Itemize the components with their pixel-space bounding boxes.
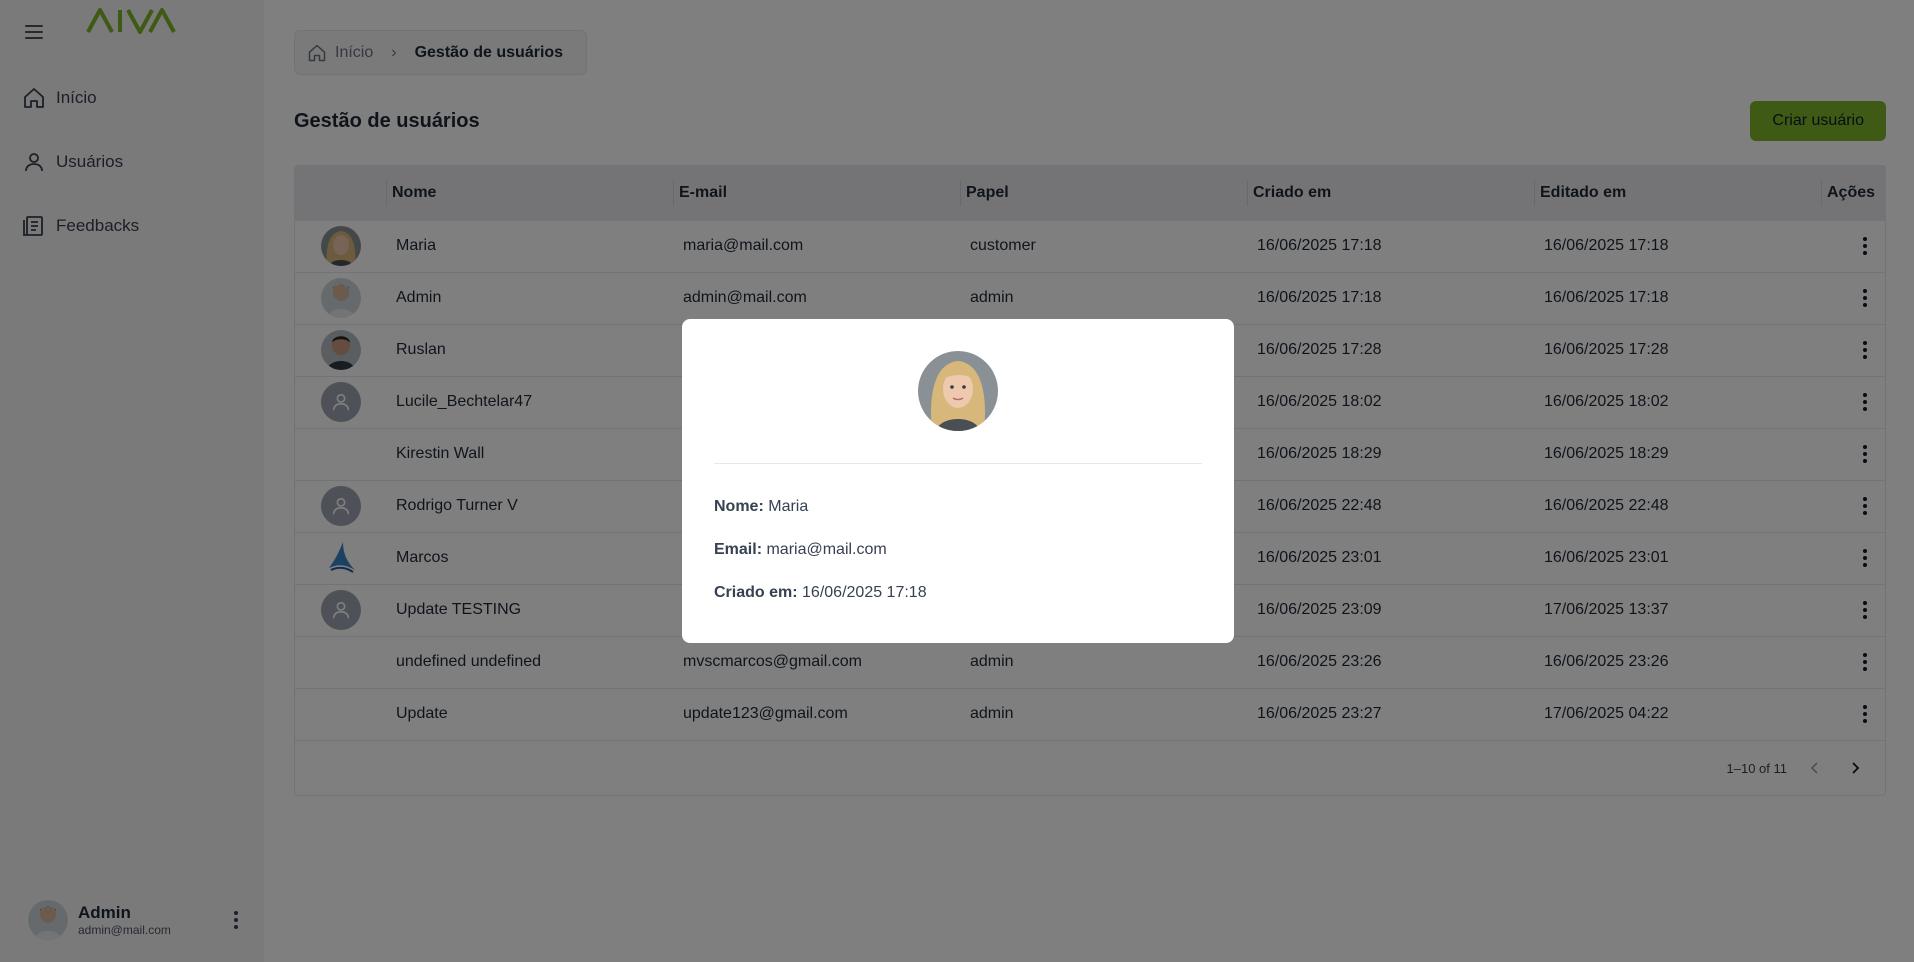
avatar <box>918 351 998 431</box>
app-root: Início Usuários Feedbacks Admin admin@ma… <box>0 0 1914 962</box>
modal-created-label: Criado em: <box>714 584 798 601</box>
modal-name-label: Nome: <box>714 498 764 515</box>
modal-email-label: Email: <box>714 541 763 558</box>
modal-email-row: Email: maria@mail.com <box>714 541 1202 559</box>
modal-email-value: maria@mail.com <box>766 541 887 558</box>
user-details-modal: Nome: Maria Email: maria@mail.com Criado… <box>682 319 1234 643</box>
modal-created-row: Criado em: 16/06/2025 17:18 <box>714 584 1202 602</box>
modal-divider <box>714 463 1202 464</box>
modal-name-value: Maria <box>768 498 809 515</box>
modal-created-value: 16/06/2025 17:18 <box>802 584 927 601</box>
modal-name-row: Nome: Maria <box>714 498 1202 516</box>
